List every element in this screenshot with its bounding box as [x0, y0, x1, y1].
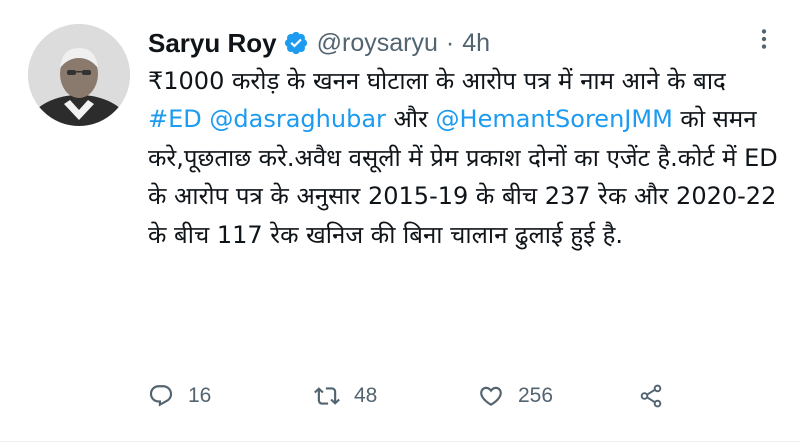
reply-button[interactable]: 16 [148, 378, 211, 414]
retweet-count: 48 [354, 384, 378, 407]
avatar[interactable] [28, 24, 130, 126]
share-icon [638, 383, 664, 409]
divider [0, 441, 800, 442]
tweet-timestamp[interactable]: 4h [462, 29, 490, 57]
tweet-card[interactable]: Saryu Roy @roysaryu · 4h ₹1000 करोड़ के खन… [0, 0, 800, 445]
mention-hemantsorenjmm-link[interactable]: @HemantSorenJMM [436, 105, 673, 133]
like-count: 256 [518, 384, 554, 407]
hashtag-ed-link[interactable]: #ED [148, 105, 202, 133]
reply-count: 16 [188, 384, 212, 407]
like-button[interactable]: 256 [478, 378, 553, 414]
author-handle[interactable]: @roysaryu [317, 29, 438, 57]
tweet-text: ₹1000 करोड़ के खनन घोटाला के आरोप पत्र म… [148, 62, 778, 254]
verified-badge-icon [283, 30, 309, 56]
share-button[interactable] [638, 378, 664, 414]
meta-separator: · [445, 28, 455, 57]
avatar-image [28, 24, 130, 126]
author-meta: @roysaryu · 4h [317, 29, 490, 58]
tweet-text-segment: और [385, 105, 436, 134]
retweet-button[interactable]: 48 [314, 378, 377, 414]
tweet-header: Saryu Roy @roysaryu · 4h [148, 25, 490, 61]
heart-icon [478, 383, 504, 409]
reply-icon [148, 383, 174, 409]
retweet-icon [314, 383, 340, 409]
author-name[interactable]: Saryu Roy [148, 28, 277, 59]
tweet-actions: 16 48 256 [148, 378, 668, 414]
tweet-text-segment: ₹1000 करोड़ के खनन घोटाला के आरोप पत्र म… [148, 67, 734, 95]
more-icon[interactable] [751, 26, 777, 52]
mention-dasraghubar-link[interactable]: @dasraghubar [209, 105, 385, 133]
